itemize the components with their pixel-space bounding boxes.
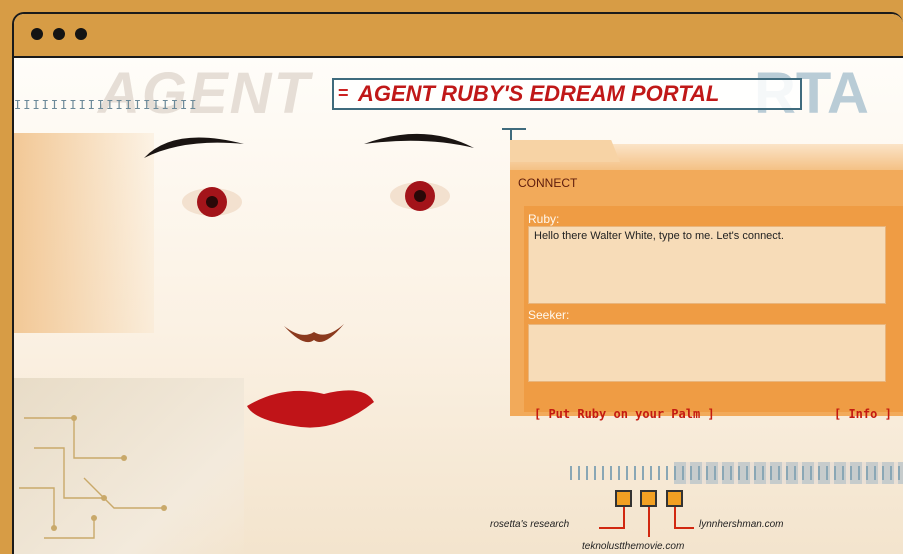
connect-panel: CONNECT Ruby: Hello there Walter White, … — [510, 140, 903, 416]
title-bar — [14, 14, 903, 58]
teknolust-square-button[interactable] — [640, 490, 657, 507]
close-window-button[interactable] — [31, 28, 43, 40]
teknolust-link[interactable]: teknolustthemovie.com — [582, 541, 684, 552]
seeker-label: Seeker: — [528, 308, 570, 322]
left-glow-decoration — [14, 133, 154, 333]
portal-page: AGENT RTA IIIIIIIIIIIIIIIIIIII = AGENT R… — [14, 58, 903, 554]
lynn-leader-line — [674, 507, 676, 527]
ruby-response-box: Hello there Walter White, type to me. Le… — [528, 226, 886, 304]
tick-bar-decoration — [570, 466, 903, 480]
lynn-hershman-link[interactable]: lynnhershman.com — [699, 519, 783, 530]
lynn-leader-line-h — [674, 527, 694, 529]
title-mark: = — [338, 83, 349, 103]
rosetta-leader-line-h — [599, 527, 625, 529]
connect-label: CONNECT — [518, 176, 578, 190]
panel-header — [510, 140, 903, 170]
ruby-face-image — [144, 133, 474, 428]
rosetta-research-link[interactable]: rosetta's research — [490, 519, 569, 530]
portal-title-box: = AGENT RUBY'S EDREAM PORTAL — [332, 78, 802, 110]
tick-decoration: IIIIIIIIIIIIIIIIIIII — [14, 98, 199, 112]
rosetta-square-button[interactable] — [615, 490, 632, 507]
app-window: AGENT RTA IIIIIIIIIIIIIIIIIIII = AGENT R… — [12, 12, 903, 554]
ruby-label: Ruby: — [528, 212, 560, 226]
lynn-square-button[interactable] — [666, 490, 683, 507]
seeker-input[interactable] — [528, 324, 886, 382]
panel-tab — [510, 140, 620, 162]
maximize-window-button[interactable] — [75, 28, 87, 40]
chat-area: Ruby: Hello there Walter White, type to … — [524, 206, 903, 412]
connector-line-top — [502, 128, 526, 130]
put-ruby-on-palm-link[interactable]: [ Put Ruby on your Palm ] — [534, 407, 715, 421]
teknolust-leader-line — [648, 507, 650, 537]
page-title: AGENT RUBY'S EDREAM PORTAL — [358, 81, 720, 106]
rosetta-leader-line — [623, 507, 625, 527]
minimize-window-button[interactable] — [53, 28, 65, 40]
info-link[interactable]: [ Info ] — [834, 407, 892, 421]
